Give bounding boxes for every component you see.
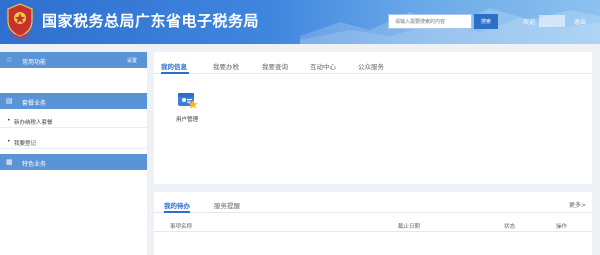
sidebar-common-functions[interactable]: ☆ 常用功能 设置 [0,52,147,68]
sidebar-common-functions-label: 常用功能 [22,59,47,66]
sidebar: ☆ 常用功能 设置 ▤ 套餐业务 • 新办纳税人套餐 • 我要登记 ▦ 特色业务 [0,52,147,255]
todo-panel: 我的待办 服务提醒 更多> 事项名称 截止日期 状态 操作 [154,192,592,255]
app-user-management[interactable]: 用户管理 [172,87,202,127]
main-panel: 我的信息 我要办税 我要查询 互动中心 公众服务 用户管理 [154,52,592,184]
site-title: 国家税务总局广东省电子税务局 [42,12,260,30]
list-icon: ▤ [6,97,13,105]
tab-query[interactable]: 我要查询 [262,61,288,71]
top-header: 中国税务 国家税务总局广东省电子税务局 搜索 欢迎 退出 [0,0,600,44]
star-icon: ☆ [6,56,13,64]
sidebar-item-new-taxpayer[interactable]: • 新办纳税人套餐 [0,114,147,128]
emblem-caption: 中国税务 [10,34,31,40]
active-tab-indicator [164,211,190,213]
tab-my-info[interactable]: 我的信息 [161,61,187,71]
sidebar-item-label: 新办纳税人套餐 [14,120,53,126]
tab-tax-handling[interactable]: 我要办税 [213,61,239,71]
welcome-text: 欢迎 [523,19,536,26]
sidebar-query-business-label: 套餐业务 [22,100,47,107]
search-input[interactable] [388,14,472,29]
tab-service-reminder[interactable]: 服务提醒 [214,200,240,210]
user-management-icon [178,93,198,109]
table-header: 事项名称 截止日期 状态 操作 [154,218,592,232]
tab-divider [154,212,592,213]
tab-my-todo[interactable]: 我的待办 [164,200,190,210]
logout-link[interactable]: 退出 [574,17,586,26]
bullet-icon: • [7,138,11,145]
tab-public-service[interactable]: 公众服务 [358,61,384,71]
tab-divider [154,73,592,74]
sidebar-query-business[interactable]: ▤ 套餐业务 [0,93,147,109]
column-header-deadline: 截止日期 [398,224,421,230]
user-name-redacted [539,15,565,27]
search-button[interactable]: 搜索 [474,14,498,29]
sidebar-settings-link[interactable]: 设置 [127,57,137,64]
more-link[interactable]: 更多> [569,200,586,209]
sidebar-item-label: 我要登记 [14,141,37,147]
bullet-icon: • [7,117,11,124]
tab-interaction-center[interactable]: 互动中心 [310,61,336,71]
grid-icon: ▦ [6,158,13,166]
sidebar-item-registration[interactable]: • 我要登记 [0,135,147,149]
sidebar-special-business[interactable]: ▦ 特色业务 [0,154,147,170]
app-label: 用户管理 [175,117,198,123]
column-header-actions: 操作 [556,224,568,230]
sidebar-special-business-label: 特色业务 [22,161,47,168]
tax-emblem-logo [7,3,33,37]
column-header-item-name: 事项名称 [170,224,193,230]
column-header-status: 状态 [504,224,516,230]
active-tab-indicator [161,72,189,74]
